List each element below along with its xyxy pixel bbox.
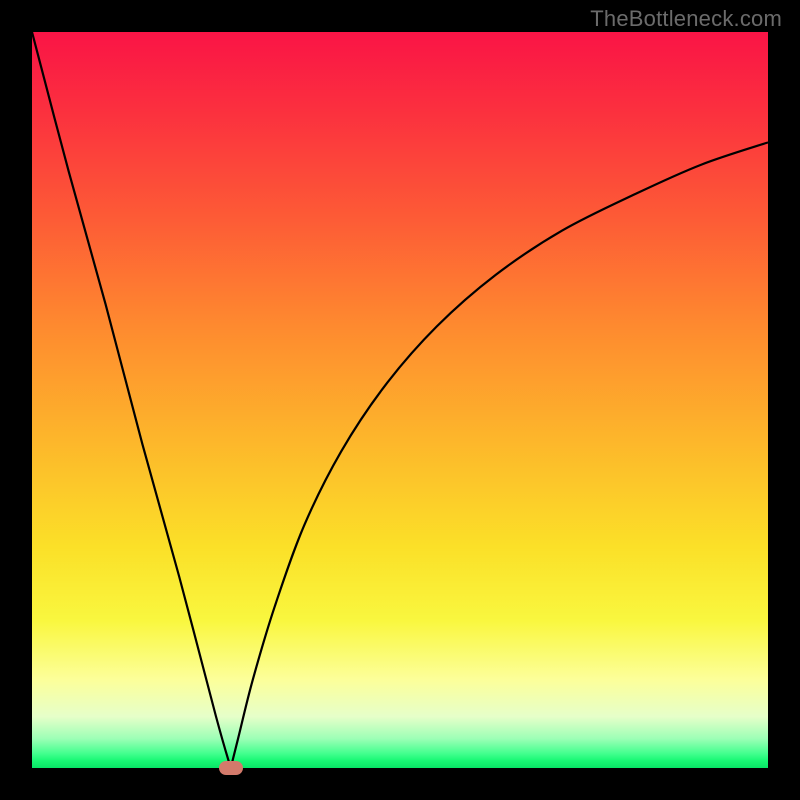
min-marker xyxy=(219,761,243,775)
plot-area xyxy=(32,32,768,768)
chart-frame: TheBottleneck.com xyxy=(0,0,800,800)
curve-svg xyxy=(32,32,768,768)
watermark-text: TheBottleneck.com xyxy=(590,6,782,32)
left-branch-path xyxy=(32,32,231,768)
right-branch-path xyxy=(231,142,768,768)
